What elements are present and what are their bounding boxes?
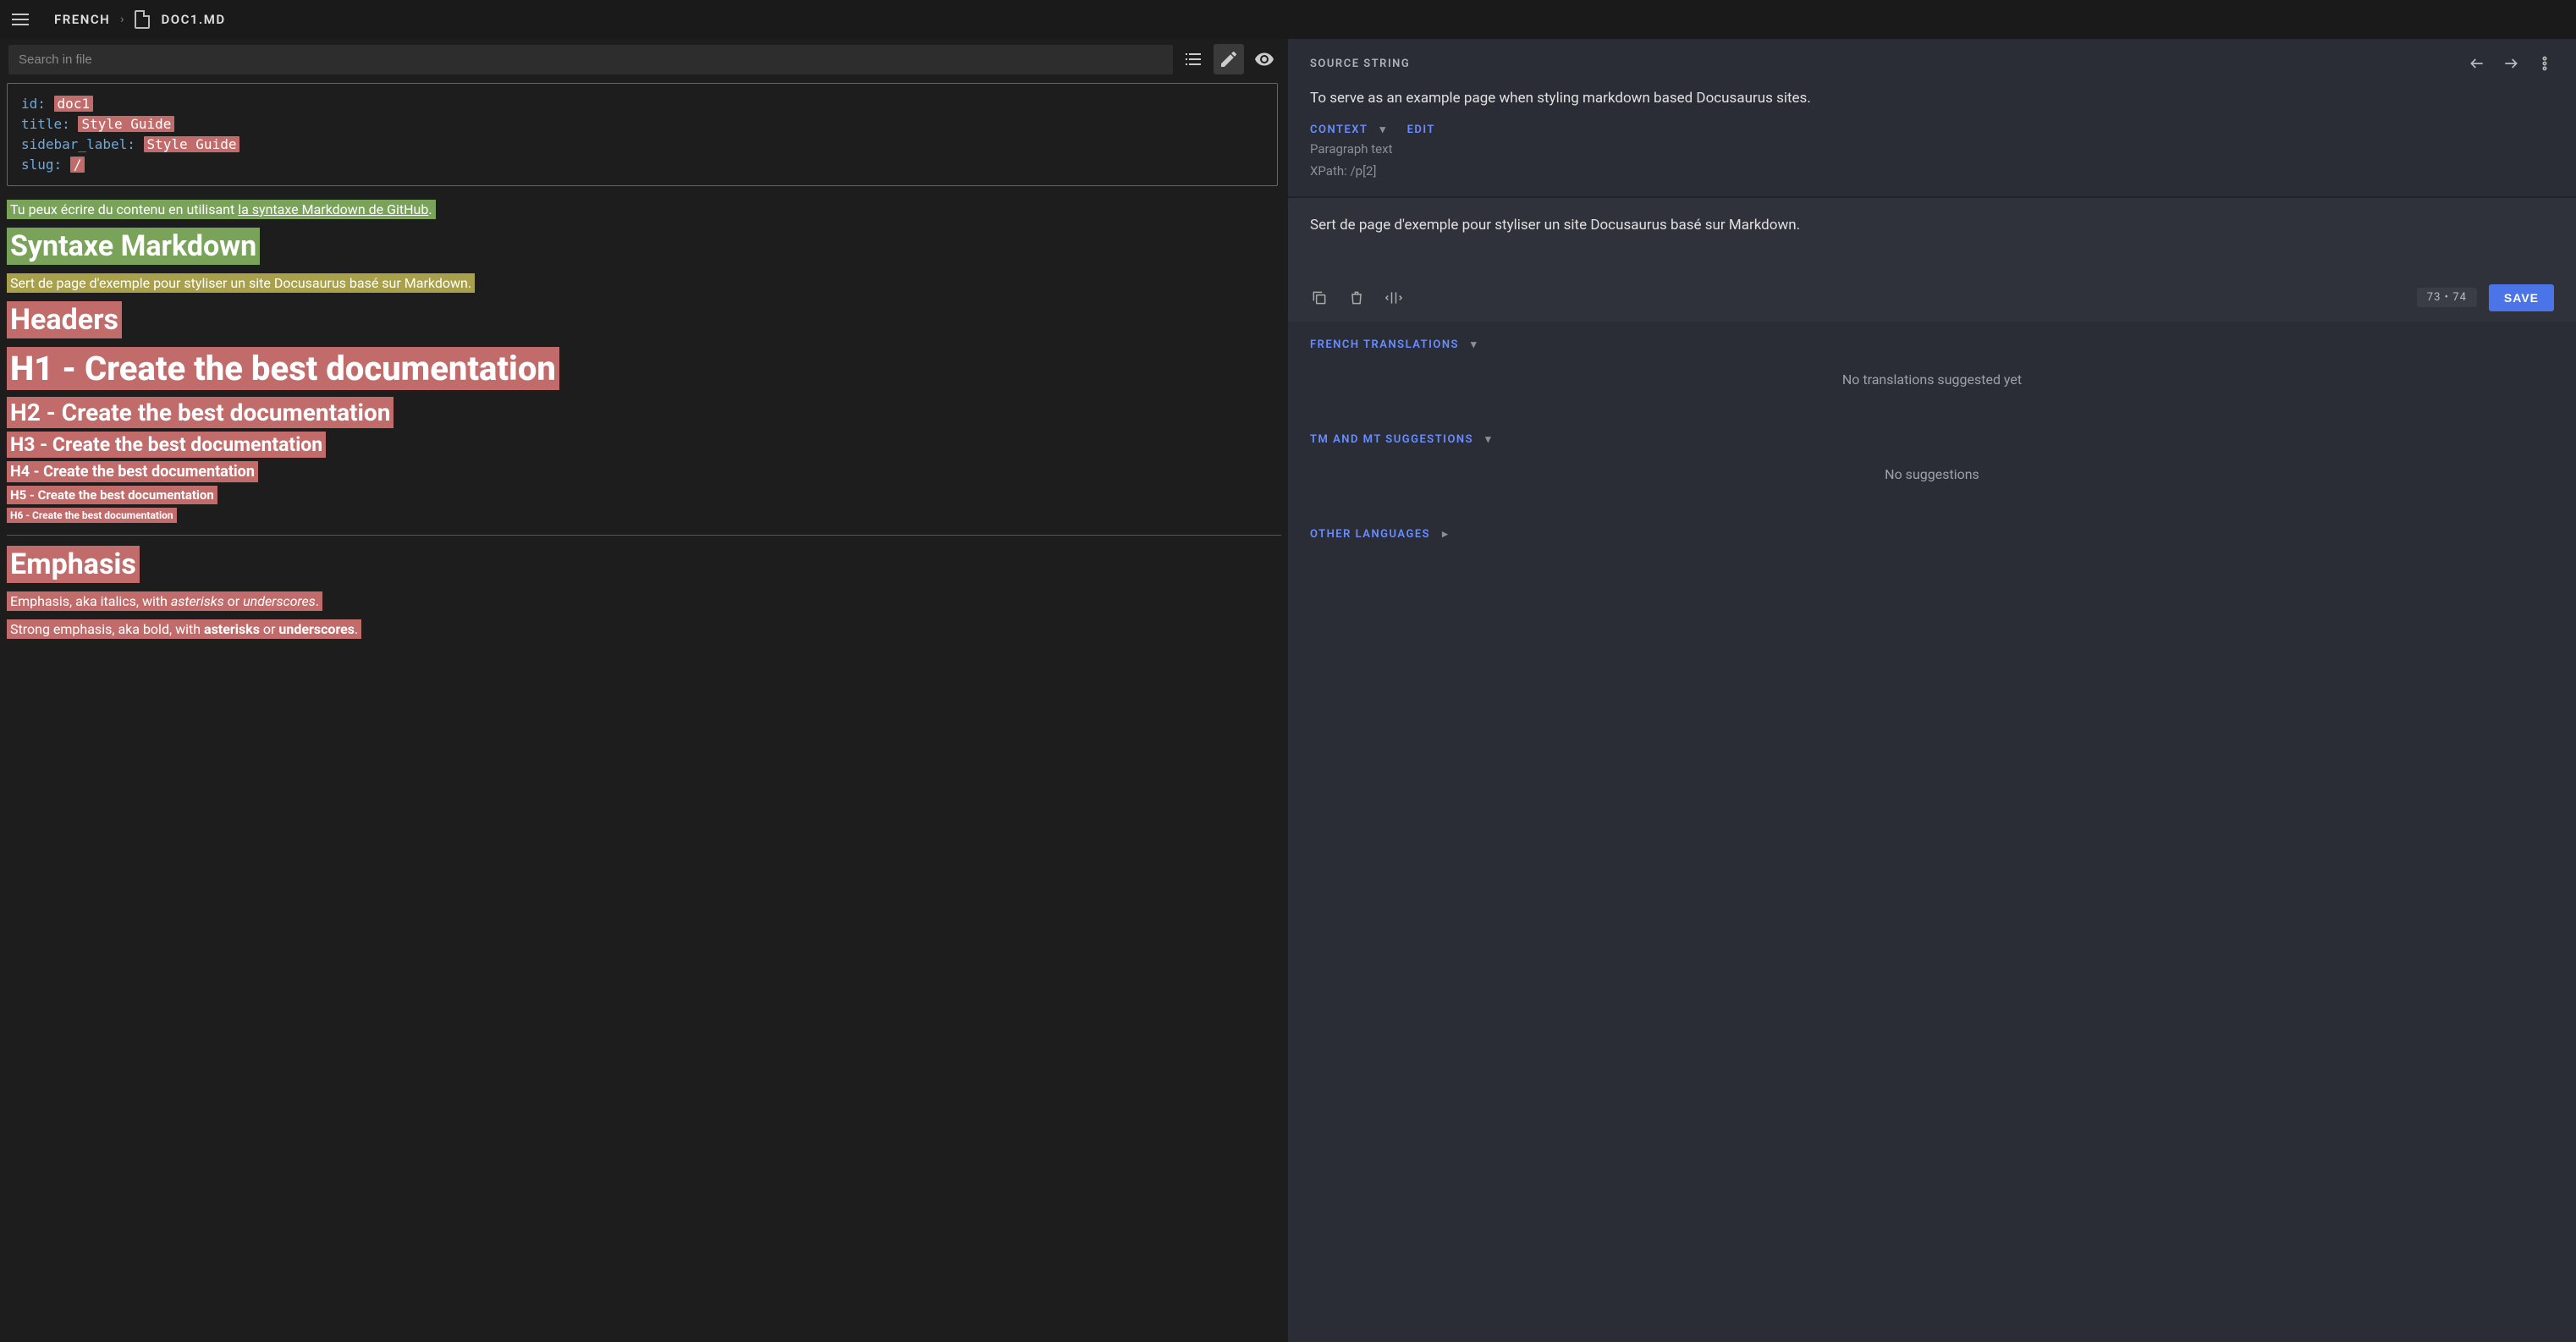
list-view-icon[interactable] (1178, 44, 1208, 74)
topbar: FRENCH › DOC1.MD (0, 0, 2576, 39)
chevron-right-icon: › (120, 13, 124, 26)
copy-source-icon[interactable] (1310, 289, 1329, 307)
doc-h1-sample[interactable]: H1 - Create the best documentation (7, 349, 1281, 388)
file-icon (135, 10, 150, 29)
breadcrumb-filename[interactable]: DOC1.MD (162, 12, 226, 27)
translation-input[interactable]: Sert de page d'exemple pour styliser un … (1310, 217, 2554, 234)
doc-hr (7, 535, 1281, 536)
fm-slug-key: slug: (21, 157, 62, 173)
source-string-text: To serve as an example page when styling… (1310, 88, 2554, 110)
doc-h6-sample[interactable]: H6 - Create the best documentation (7, 509, 1281, 521)
doc-paragraph-selected[interactable]: Sert de page d'exemple pour styliser un … (7, 275, 1281, 291)
doc-emphasis-p2[interactable]: Strong emphasis, aka bold, with asterisk… (7, 621, 1281, 637)
fm-id-val[interactable]: doc1 (54, 96, 94, 112)
translation-editor: Sert de page d'exemple pour styliser un … (1288, 197, 2576, 322)
tm-mt-toggle[interactable]: TM AND MT SUGGESTIONS (1310, 433, 2554, 446)
fm-slug-val[interactable]: / (70, 157, 85, 173)
frontmatter-block[interactable]: id: doc1 title: Style Guide sidebar_labe… (7, 83, 1278, 186)
prev-string-icon[interactable] (2468, 54, 2486, 73)
edit-mode-icon[interactable] (1214, 44, 1244, 74)
french-translations-section: FRENCH TRANSLATIONS No translations sugg… (1288, 322, 2576, 416)
preview-icon[interactable] (1249, 44, 1280, 74)
edit-context-button[interactable]: EDIT (1407, 124, 1435, 136)
save-button[interactable]: SAVE (2489, 284, 2554, 311)
fm-sidebar-key: sidebar_label: (21, 136, 135, 152)
french-translations-toggle[interactable]: FRENCH TRANSLATIONS (1310, 338, 2554, 351)
doc-heading-syntax[interactable]: Syntaxe Markdown (7, 229, 1281, 263)
left-toolbar (0, 39, 1288, 80)
source-string-section: SOURCE STRING To serve as an example pag… (1288, 39, 2576, 197)
doc-heading-emphasis[interactable]: Emphasis (7, 547, 1281, 581)
left-pane: id: doc1 title: Style Guide sidebar_labe… (0, 39, 1288, 1342)
no-translations-msg: No translations suggested yet (1310, 351, 2554, 399)
delete-translation-icon[interactable] (1347, 289, 1366, 307)
fm-id-key: id: (21, 96, 46, 112)
no-suggestions-msg: No suggestions (1310, 446, 2554, 494)
right-pane: SOURCE STRING To serve as an example pag… (1288, 39, 2576, 1342)
hamburger-menu-icon[interactable] (12, 9, 32, 30)
search-input[interactable] (8, 45, 1173, 74)
tm-mt-section: TM AND MT SUGGESTIONS No suggestions (1288, 416, 2576, 511)
char-counter: 73 • 74 (2417, 288, 2477, 307)
doc-paragraph[interactable]: Tu peux écrire du contenu en utilisant l… (7, 201, 1281, 217)
fm-title-val[interactable]: Style Guide (78, 116, 174, 132)
context-line1: Paragraph text (1310, 140, 2554, 159)
next-string-icon[interactable] (2502, 54, 2520, 73)
doc-h3-sample[interactable]: H3 - Create the best documentation (7, 433, 1281, 456)
other-languages-toggle[interactable]: OTHER LANGUAGES (1310, 528, 2554, 541)
doc-heading-headers[interactable]: Headers (7, 303, 1281, 337)
doc-emphasis-p1[interactable]: Emphasis, aka italics, with asterisks or… (7, 593, 1281, 609)
doc-h4-sample[interactable]: H4 - Create the best documentation (7, 463, 1281, 481)
more-menu-icon[interactable] (2535, 54, 2554, 73)
source-string-label: SOURCE STRING (1310, 58, 1410, 70)
fm-title-key: title: (21, 116, 70, 132)
context-line2: XPath: /p[2] (1310, 162, 2554, 181)
context-toggle[interactable]: CONTEXT (1310, 124, 1387, 136)
fm-sidebar-val[interactable]: Style Guide (144, 136, 240, 152)
doc-h2-sample[interactable]: H2 - Create the best documentation (7, 399, 1281, 426)
breadcrumb-language[interactable]: FRENCH (54, 12, 110, 27)
other-languages-section: OTHER LANGUAGES (1288, 511, 2576, 558)
insert-placeholder-icon[interactable] (1384, 289, 1403, 307)
doc-h5-sample[interactable]: H5 - Create the best documentation (7, 487, 1281, 503)
document-content[interactable]: id: doc1 title: Style Guide sidebar_labe… (0, 80, 1288, 1342)
